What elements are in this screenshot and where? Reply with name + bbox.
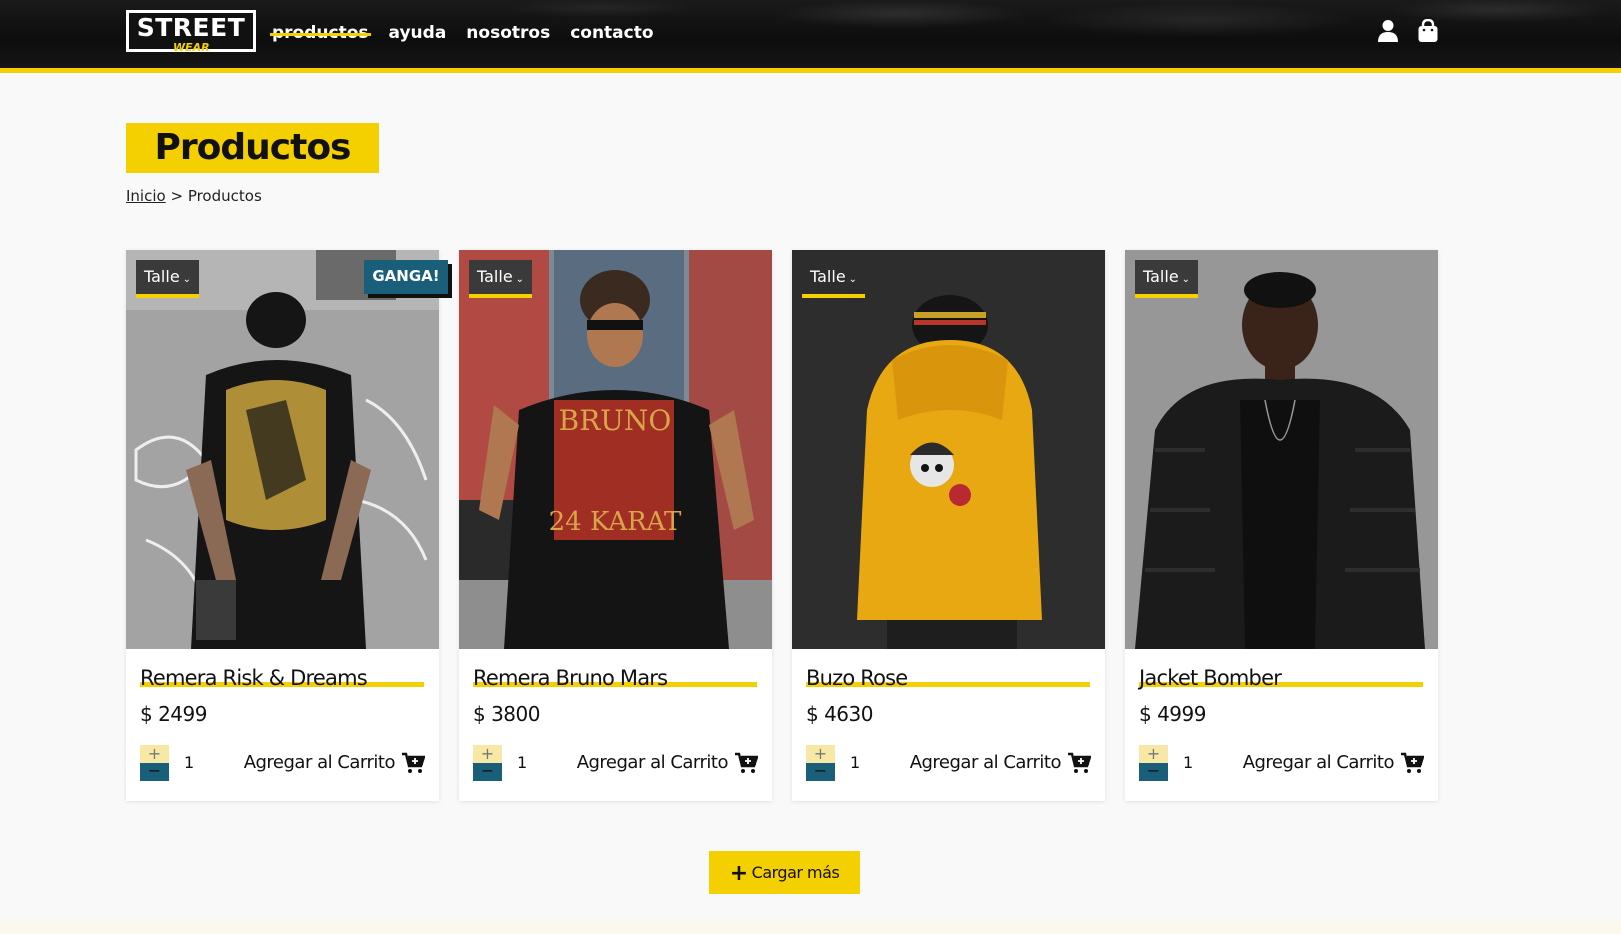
add-to-cart-button[interactable]: Agregar al Carrito <box>577 750 758 776</box>
add-to-cart-label: Agregar al Carrito <box>243 752 396 773</box>
product-card: Talle ⌄ Buzo Rose $ 4630 + − 1 Agregar al… <box>792 250 1105 801</box>
cart-plus-icon <box>1068 752 1091 773</box>
cart-plus-icon <box>735 752 758 773</box>
chevron-down-icon: ⌄ <box>1181 274 1191 285</box>
qty-value: 1 <box>850 753 861 772</box>
product-name[interactable]: Remera Risk & Dreams <box>140 663 368 693</box>
add-to-cart-button[interactable]: Agregar al Carrito <box>910 750 1091 776</box>
qty-value: 1 <box>517 753 528 772</box>
nav-nosotros[interactable]: nosotros <box>466 20 550 46</box>
add-to-cart-button[interactable]: Agregar al Carrito <box>244 750 425 776</box>
main-nav: productos ayuda nosotros contacto <box>270 20 654 46</box>
product-name[interactable]: Buzo Rose <box>806 663 908 693</box>
qty-value: 1 <box>1183 753 1194 772</box>
breadcrumb-home-link[interactable]: Inicio <box>126 187 166 205</box>
product-price: $ 4999 <box>1139 702 1206 726</box>
logo[interactable]: STREET WEAR <box>126 10 256 54</box>
size-label: Talle <box>1143 267 1179 286</box>
svg-text:24 KARAT: 24 KARAT <box>549 507 682 537</box>
logo-sub-text: WEAR <box>173 41 210 54</box>
product-name[interactable]: Remera Bruno Mars <box>473 663 668 693</box>
load-more-label: Cargar más <box>751 863 840 882</box>
nav-ayuda[interactable]: ayuda <box>389 20 447 46</box>
product-card: Talle ⌄ GANGA! Remera Risk & Dreams $ 249… <box>126 250 448 801</box>
product-image[interactable] <box>792 250 1105 649</box>
cart-plus-icon <box>1401 752 1424 773</box>
cart-plus-icon <box>402 752 425 773</box>
qty-decrease-button[interactable]: − <box>473 763 502 781</box>
breadcrumb-current: Productos <box>187 187 262 205</box>
product-image[interactable]: BRUNO 24 KARAT <box>459 250 772 649</box>
size-selector[interactable]: Talle ⌄ <box>469 260 532 298</box>
product-name-text: Remera Risk & Dreams <box>140 666 368 690</box>
load-more-button[interactable]: + Cargar más <box>709 851 860 894</box>
qty-value: 1 <box>184 753 195 772</box>
page-title: Productos <box>154 127 352 168</box>
product-name[interactable]: Jacket Bomber <box>1139 663 1282 693</box>
product-name-text: Buzo Rose <box>806 666 908 690</box>
size-selector[interactable]: Talle ⌄ <box>1135 260 1198 298</box>
logo-main-text: STREET <box>136 13 246 42</box>
qty-decrease-button[interactable]: − <box>1139 763 1168 781</box>
product-image[interactable] <box>126 250 439 649</box>
plus-icon: + <box>729 861 748 886</box>
product-card: BRUNO 24 KARAT Talle ⌄ Remera Bruno Mars … <box>459 250 772 801</box>
size-label: Talle <box>810 267 846 286</box>
svg-text:BRUNO: BRUNO <box>559 404 672 437</box>
add-to-cart-label: Agregar al Carrito <box>1242 752 1395 773</box>
add-to-cart-label: Agregar al Carrito <box>909 752 1062 773</box>
nav-contacto[interactable]: contacto <box>570 20 653 46</box>
add-to-cart-label: Agregar al Carrito <box>576 752 729 773</box>
product-price: $ 3800 <box>473 702 540 726</box>
size-selector[interactable]: Talle ⌄ <box>136 260 199 298</box>
product-price: $ 4630 <box>806 702 873 726</box>
product-image[interactable] <box>1125 250 1438 649</box>
product-card: Talle ⌄ Jacket Bomber $ 4999 + − 1 Agrega… <box>1125 250 1438 801</box>
product-name-text: Remera Bruno Mars <box>473 666 668 690</box>
sale-badge: GANGA! <box>364 260 448 294</box>
site-header: STREET WEAR productos ayuda nosotros con… <box>0 0 1621 73</box>
nav-productos[interactable]: productos <box>270 20 371 46</box>
breadcrumb-separator: > <box>165 187 188 205</box>
qty-decrease-button[interactable]: − <box>806 763 835 781</box>
size-label: Talle <box>144 267 180 286</box>
shopping-bag-icon[interactable] <box>1417 18 1439 43</box>
footer-strip <box>0 920 1621 934</box>
size-label: Talle <box>477 267 513 286</box>
chevron-down-icon: ⌄ <box>848 274 858 285</box>
user-icon[interactable] <box>1377 19 1399 43</box>
product-name-text: Jacket Bomber <box>1139 666 1282 690</box>
chevron-down-icon: ⌄ <box>515 274 525 285</box>
chevron-down-icon: ⌄ <box>182 274 192 285</box>
breadcrumb: Inicio > Productos <box>126 185 262 207</box>
add-to-cart-button[interactable]: Agregar al Carrito <box>1243 750 1424 776</box>
page-title-box: Productos <box>126 123 379 173</box>
product-price: $ 2499 <box>140 702 207 726</box>
qty-decrease-button[interactable]: − <box>140 763 169 781</box>
size-selector[interactable]: Talle ⌄ <box>802 260 865 298</box>
